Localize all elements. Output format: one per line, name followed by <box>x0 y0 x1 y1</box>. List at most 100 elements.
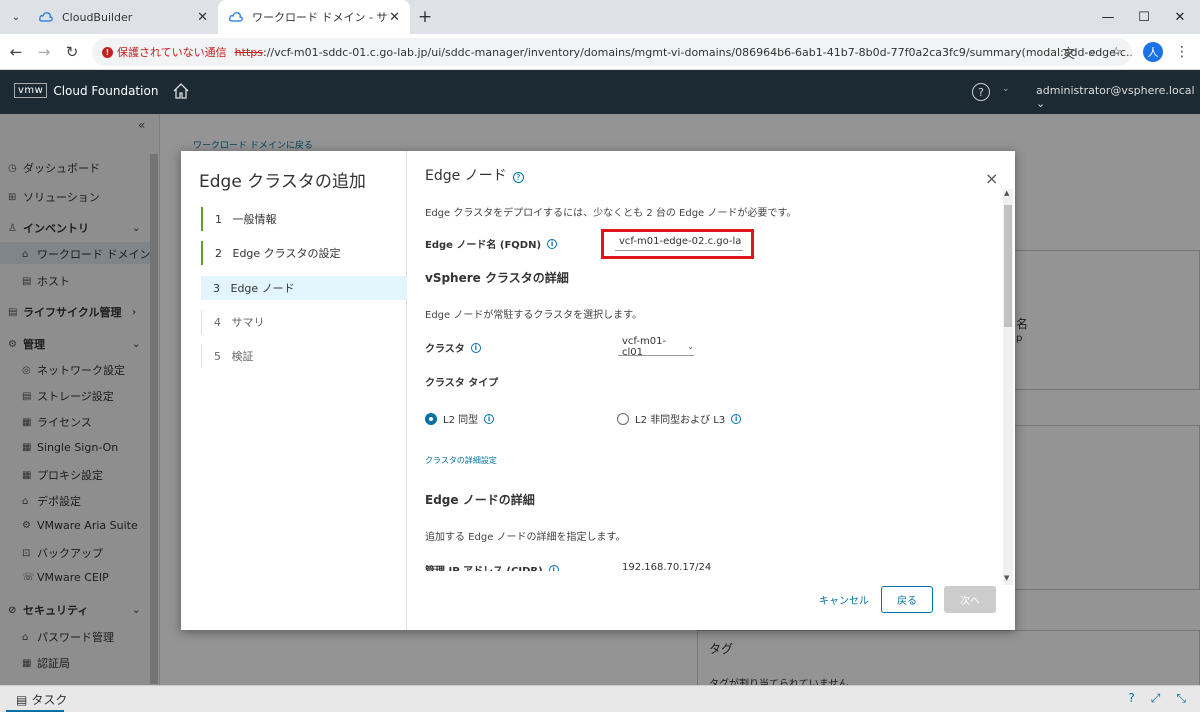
profile-avatar[interactable]: 人 <box>1143 42 1163 62</box>
scroll-up-icon[interactable]: ▲ <box>1004 189 1009 197</box>
home-icon[interactable] <box>172 82 190 100</box>
step-label: Edge ノード <box>230 282 295 295</box>
node-details-title: Edge ノードの詳細 <box>425 493 535 507</box>
fqdn-label-text: Edge ノード名 (FQDN) <box>425 240 542 251</box>
cluster-select[interactable]: vcf-m01-cl01 ⌄ <box>618 335 694 358</box>
wizard-step-general[interactable]: 1 一般情報 <box>201 207 407 231</box>
maximize-icon[interactable]: ☐ <box>1124 0 1164 34</box>
vmw-logo: vmw <box>14 83 48 98</box>
wizard-step-cluster-settings[interactable]: 2 Edge クラスタの設定 <box>201 241 407 265</box>
cloud-icon <box>38 9 54 25</box>
tab-title: ワークロード ドメイン - サマリ <box>252 11 389 24</box>
tasks-icon: ▤ <box>16 692 28 707</box>
cloud-icon <box>228 9 244 25</box>
info-icon[interactable]: i <box>547 238 558 249</box>
scroll-down-icon[interactable]: ▼ <box>1004 574 1009 582</box>
wizard-step-edge-nodes[interactable]: 3 Edge ノード <box>201 276 407 300</box>
info-icon[interactable]: i <box>470 342 481 353</box>
wizard-content-panel: Edge ノード? Edge クラスタをデプロイするには、少なくとも 2 台の … <box>408 151 1015 630</box>
radio-checked-icon <box>425 412 437 425</box>
brand[interactable]: vmw Cloud Foundation <box>14 83 158 98</box>
product-name: Cloud Foundation <box>53 83 159 98</box>
forward-arrow-icon[interactable]: → <box>32 40 56 64</box>
chevron-down-icon: ⌄ <box>1036 97 1046 110</box>
minimize-panel-icon[interactable]: ⤡ <box>1176 691 1186 706</box>
content-scrollbar[interactable]: ▲ ▼ <box>1003 189 1013 585</box>
url-input[interactable]: ! 保護されていない通信 https ://vcf-m01-sddc-01.c.… <box>92 38 1132 66</box>
step-number: 2 <box>215 246 222 260</box>
close-icon[interactable]: × <box>985 169 998 188</box>
reload-icon[interactable]: ↻ <box>60 40 84 64</box>
address-bar: ← → ↻ ! 保護されていない通信 https ://vcf-m01-sddc… <box>0 34 1200 70</box>
cluster-type-label: クラスタ タイプ <box>425 378 499 389</box>
user-name: administrator@vsphere.local <box>1036 84 1195 97</box>
radio-unchecked-icon <box>617 412 629 425</box>
info-icon[interactable]: i <box>548 564 559 571</box>
mgmt-ip-label: 管理 IP アドレス (CIDR) i <box>425 562 559 571</box>
step-number: 3 <box>213 281 220 295</box>
next-button[interactable]: 次へ <box>944 586 996 613</box>
security-chip[interactable]: ! 保護されていない通信 <box>102 44 227 60</box>
modal-title: Edge クラスタの追加 <box>199 172 366 192</box>
minimize-icon[interactable]: — <box>1088 0 1128 34</box>
tab-close-icon[interactable]: ✕ <box>197 10 208 25</box>
wizard-step-summary[interactable]: 4 サマリ <box>201 310 407 334</box>
tasks-label: タスク <box>31 693 68 707</box>
new-tab-button[interactable]: + <box>414 6 436 28</box>
step-number: 1 <box>215 212 222 226</box>
url-text: ://vcf-m01-sddc-01.c.go-lab.jp/ui/sddc-m… <box>262 45 1132 59</box>
browser-menu-icon[interactable]: ⋮ <box>1174 42 1190 62</box>
chevron-down-icon: ⌄ <box>687 342 694 351</box>
radio-l2-nonuniform-l3[interactable]: L2 非同型および L3 i <box>617 411 742 426</box>
mgmt-ip-input[interactable]: 192.168.70.17/24 <box>618 559 740 571</box>
zoom-icon[interactable]: ⌕ <box>1089 45 1096 60</box>
tab-workload-domain[interactable]: ワークロード ドメイン - サマリ ✕ <box>218 0 410 34</box>
translate-icon[interactable]: 文 <box>1062 43 1075 62</box>
scroll-content: Edge ノード? Edge クラスタをデプロイするには、少なくとも 2 台の … <box>408 151 988 571</box>
browser-tabbar: ⌄ CloudBuilder ✕ ワークロード ドメイン - サマリ ✕ + —… <box>0 0 1200 34</box>
tab-close-icon[interactable]: ✕ <box>389 10 400 25</box>
add-edge-cluster-modal: Edge クラスタの追加 1 一般情報 2 Edge クラスタの設定 3 Edg… <box>181 151 1015 630</box>
wizard-steps-panel: Edge クラスタの追加 1 一般情報 2 Edge クラスタの設定 3 Edg… <box>181 151 407 630</box>
cluster-label: クラスタ i <box>425 340 481 355</box>
chevron-down-icon[interactable]: ⌄ <box>1002 84 1010 94</box>
info-icon[interactable]: i <box>484 413 495 424</box>
cluster-select-value: vcf-m01-cl01 <box>622 335 667 358</box>
window-close-icon[interactable]: ✕ <box>1160 0 1200 34</box>
fqdn-label: Edge ノード名 (FQDN) i <box>425 236 558 251</box>
task-bar: ▤ タスク ? ⤢ ⤡ <box>0 685 1200 712</box>
cancel-button[interactable]: キャンセル <box>808 586 880 613</box>
cluster-label-text: クラスタ <box>425 344 465 355</box>
wizard-step-validation[interactable]: 5 検証 <box>201 344 407 368</box>
tab-cloudbuilder[interactable]: CloudBuilder ✕ <box>28 0 218 34</box>
intro-text: Edge クラスタをデプロイするには、少なくとも 2 台の Edge ノードが必… <box>425 208 797 219</box>
section-title: Edge ノード? <box>425 165 524 185</box>
step-number: 4 <box>214 315 221 329</box>
radio-label: L2 同型 <box>443 415 479 426</box>
expand-icon[interactable]: ⤢ <box>1151 691 1161 706</box>
scrollbar-thumb[interactable] <box>1004 205 1012 327</box>
url-scheme: https <box>234 45 263 59</box>
user-menu[interactable]: administrator@vsphere.local ⌄ <box>1036 84 1200 110</box>
help-icon[interactable]: ? <box>972 83 990 101</box>
vsphere-section-title: vSphere クラスタの詳細 <box>425 271 569 285</box>
advanced-cluster-settings-link[interactable]: クラスタの詳細設定 <box>425 455 497 466</box>
help-icon[interactable]: ? <box>1128 691 1134 706</box>
bookmark-star-icon[interactable]: ☆ <box>1110 45 1122 60</box>
tasks-tab[interactable]: ▤ タスク <box>16 691 67 708</box>
mgmt-ip-label-text: 管理 IP アドレス (CIDR) <box>425 562 543 571</box>
step-label: サマリ <box>231 316 265 329</box>
info-icon[interactable]: i <box>731 413 742 424</box>
tab-title: CloudBuilder <box>62 10 133 24</box>
security-label: 保護されていない通信 <box>117 46 227 59</box>
warning-icon: ! <box>102 46 113 58</box>
fqdn-input[interactable]: vcf-m01-edge-02.c.go-la <box>615 233 743 251</box>
step-number: 5 <box>214 349 221 363</box>
tab-search-chevron-icon[interactable]: ⌄ <box>6 7 26 27</box>
vsphere-desc: Edge ノードが常駐するクラスタを選択します。 <box>425 310 643 321</box>
step-label: Edge クラスタの設定 <box>232 247 341 260</box>
help-icon[interactable]: ? <box>512 172 524 183</box>
back-arrow-icon[interactable]: ← <box>4 40 28 64</box>
back-button[interactable]: 戻る <box>881 586 933 613</box>
radio-l2-uniform[interactable]: L2 同型 i <box>425 411 495 426</box>
